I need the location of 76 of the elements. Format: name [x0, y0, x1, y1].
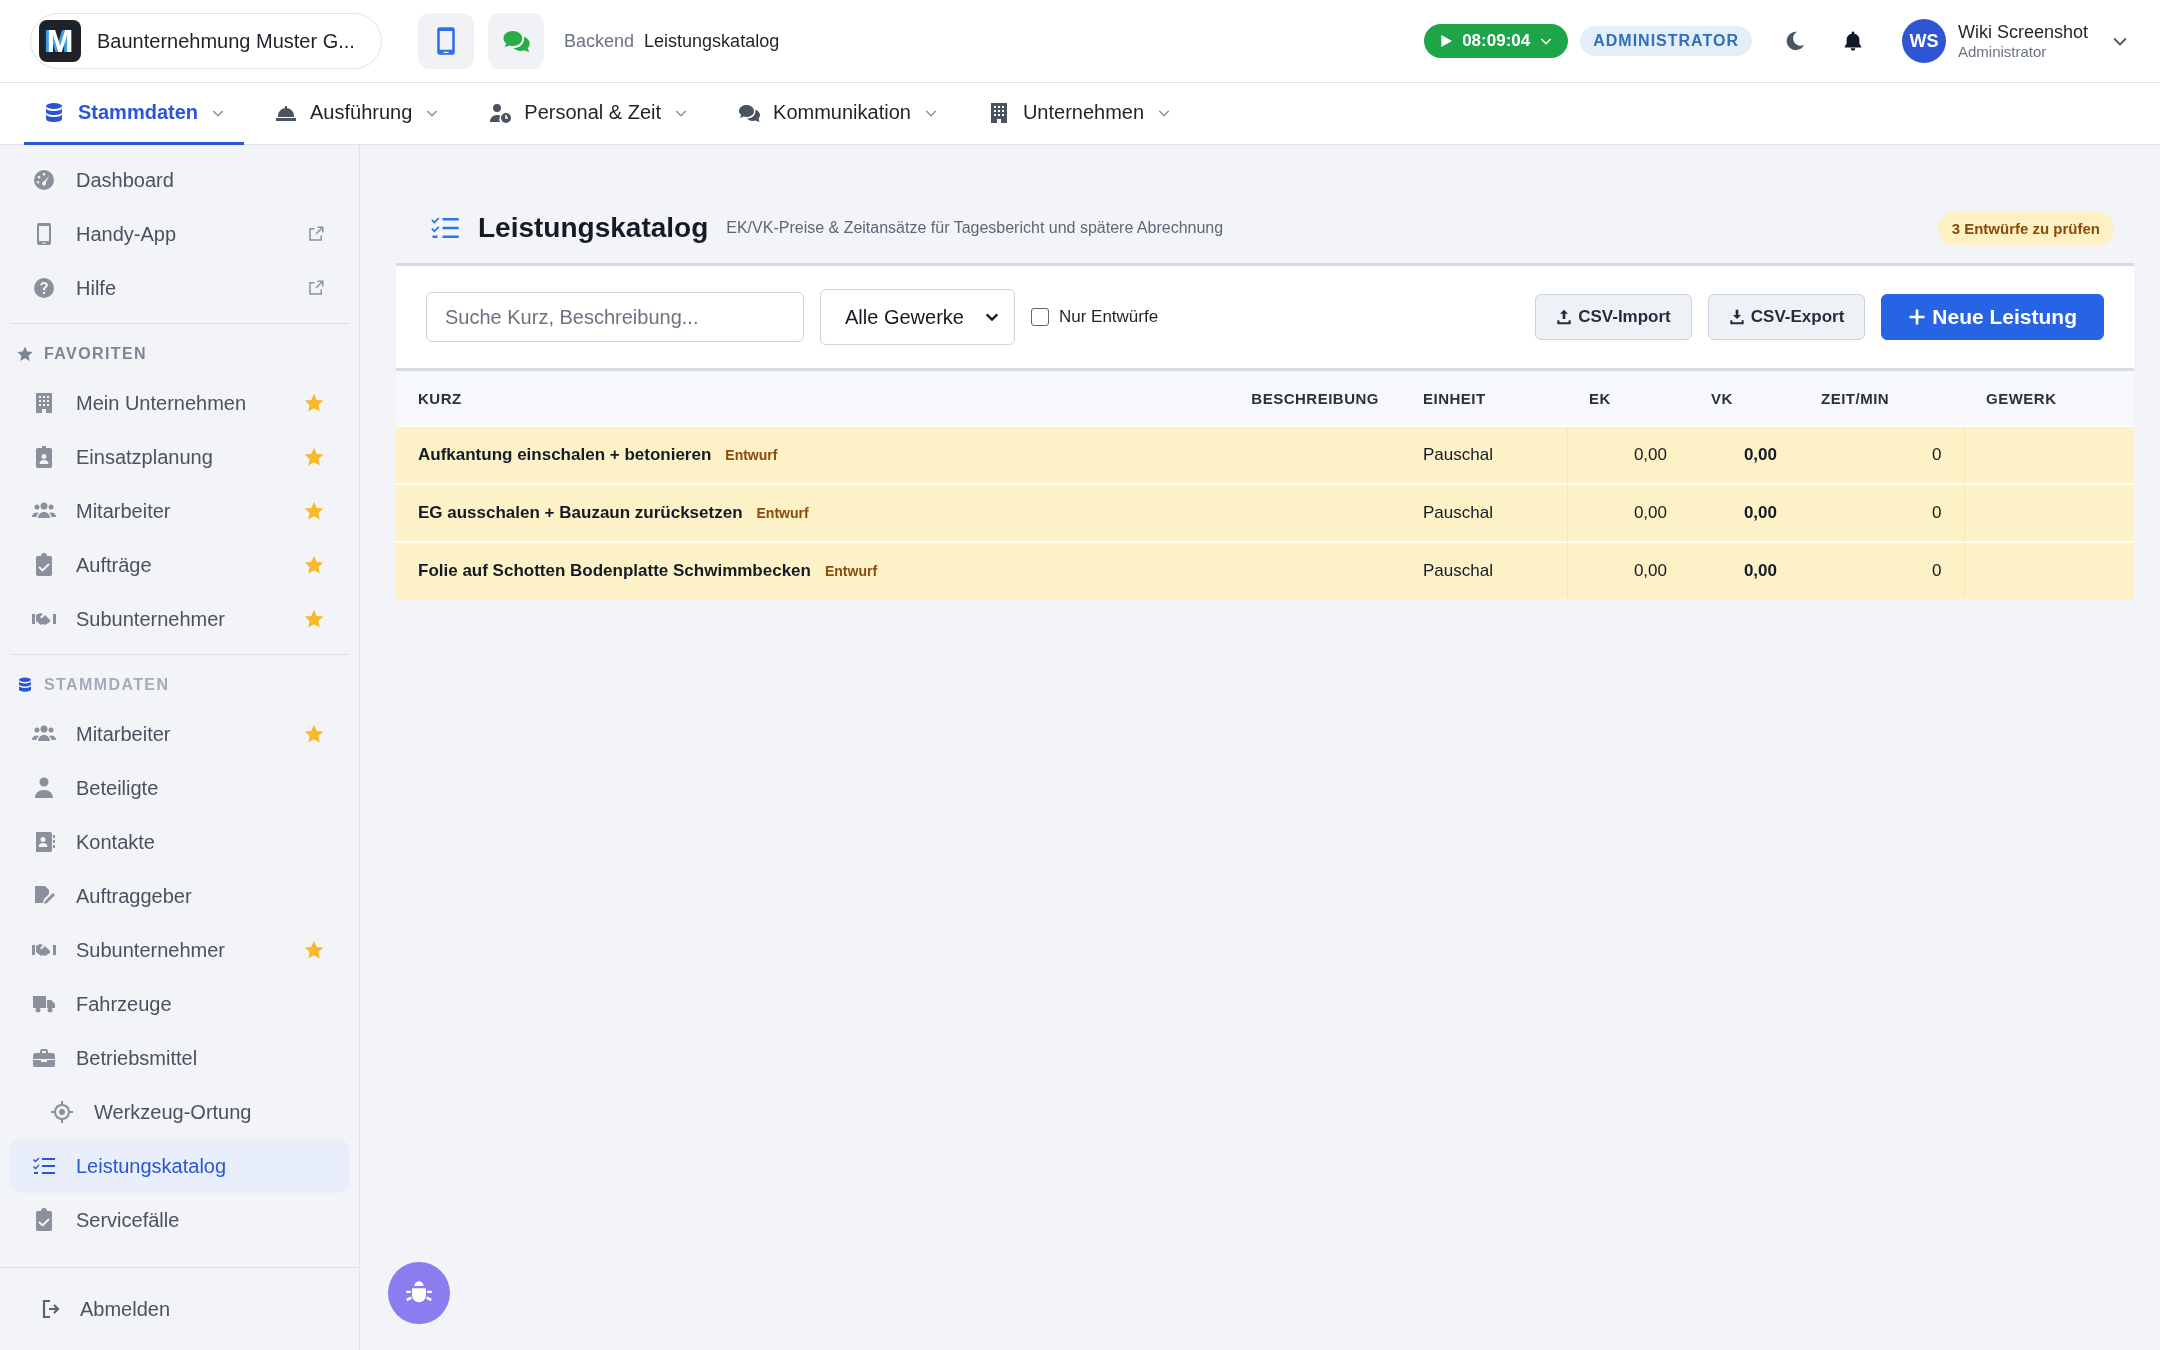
sidebar-item[interactable]: Dashboard — [10, 153, 349, 207]
checkbox-label: Nur Entwürfe — [1058, 307, 1159, 327]
logout-link[interactable]: Abmelden — [40, 1289, 171, 1329]
help-icon — [32, 276, 56, 300]
new-item-button[interactable]: Neue Leistung — [1881, 294, 2104, 340]
sidebar-item[interactable]: Servicefälle — [10, 1193, 349, 1247]
page-subtitle: EK/VK-Preise & Zeitansätze für Tagesbericht und spätere Abrechnung — [726, 219, 1225, 237]
sidebar-item[interactable]: Hilfe — [10, 261, 349, 315]
upload-icon — [1556, 309, 1573, 325]
sidebar-item[interactable]: Beteiligte — [10, 761, 349, 815]
column-header[interactable]: VK — [1689, 369, 1799, 426]
person-icon — [32, 776, 56, 800]
csv-download-button[interactable]: CSV-Export — [1707, 294, 1866, 340]
search-field[interactable]: Suche Kurz, Beschreibung... — [426, 292, 804, 342]
user-avatar: WS — [1901, 19, 1946, 63]
column-header[interactable]: KURZ — [396, 369, 1161, 426]
column-header[interactable]: GEWERK — [1964, 369, 2134, 426]
sidebar-item[interactable]: Auftraggeber — [10, 869, 349, 923]
table-cell: 0 — [1799, 484, 1964, 542]
table-cell: 0,00 — [1689, 426, 1799, 484]
column-header[interactable]: BESCHREIBUNG — [1161, 369, 1401, 426]
table-cell: Aufkantung einschalen + betonieren Entwurf — [396, 426, 1161, 484]
sidebar-item[interactable]: Einsatzplanung — [10, 430, 349, 484]
nav-tab[interactable]: Kommunikation — [719, 83, 957, 145]
table-cell: Pauschal — [1401, 426, 1567, 484]
drafts-badge: 3 Entwürfe zu prüfen — [1937, 211, 2114, 245]
table-cell: 0 — [1799, 542, 1964, 599]
table-cell: EG ausschalen + Bauzaun zurücksetzen Entwurf — [396, 484, 1161, 542]
sidebar-item[interactable]: Mitarbeiter — [10, 707, 349, 761]
download-icon — [1728, 309, 1745, 325]
company-logo: M — [39, 20, 81, 62]
phone-button[interactable] — [418, 13, 474, 69]
nav-tab[interactable]: Unternehmen — [968, 83, 1191, 145]
database-icon — [16, 676, 34, 694]
nav-tab[interactable]: Ausführung — [256, 83, 459, 145]
table-cell: 0,00 — [1567, 426, 1689, 484]
trade-dropdown[interactable]: Alle Gewerke — [820, 289, 1015, 345]
chat-button[interactable] — [488, 13, 544, 69]
sidebar-item[interactable]: Kontakte — [10, 815, 349, 869]
table-cell: 0,00 — [1567, 484, 1689, 542]
role-badge: ADMINISTRATOR — [1580, 26, 1752, 56]
table-cell: 0,00 — [1689, 542, 1799, 599]
sidebar-item[interactable]: Subunternehmer — [10, 592, 349, 646]
column-header[interactable]: EK — [1567, 369, 1689, 426]
sidebar-item[interactable]: Mein Unternehmen — [10, 376, 349, 430]
breadcrumb-item: Leistungskatalog — [644, 30, 780, 52]
sidebar-item[interactable]: Werkzeug-Ortung — [10, 1085, 349, 1139]
star-icon — [16, 345, 34, 363]
sidebar-item[interactable]: Leistungskatalog — [10, 1139, 349, 1193]
nav-tab[interactable]: Personal & Zeit — [470, 83, 708, 145]
sidebar-item[interactable]: Fahrzeuge — [10, 977, 349, 1031]
csv-upload-button[interactable]: CSV-Import — [1535, 294, 1692, 340]
user-menu[interactable]: WS Wiki Screenshot Administrator — [1901, 19, 2130, 63]
company-switcher[interactable]: M Baunternehmung Muster G... — [30, 13, 382, 69]
toolbox-icon — [32, 1046, 56, 1070]
column-header[interactable]: EINHEIT — [1401, 369, 1567, 426]
table-cell: Pauschal — [1401, 484, 1567, 542]
table-cell: Pauschal — [1401, 542, 1567, 599]
breadcrumb-item[interactable]: Backend — [564, 30, 635, 52]
sidebar-item[interactable]: Aufträge — [10, 538, 349, 592]
table-cell: 0,00 — [1689, 484, 1799, 542]
sidebar-item[interactable]: Handy-App — [10, 207, 349, 261]
column-header[interactable]: ZEIT/MIN — [1799, 369, 1964, 426]
sidebar-item[interactable]: Betriebsmittel — [10, 1031, 349, 1085]
table-cell: 0,00 — [1567, 542, 1689, 599]
table-cell: 0 — [1799, 426, 1964, 484]
sidebar-item[interactable]: Mitarbeiter — [10, 484, 349, 538]
sidebar-item[interactable]: Subunternehmer — [10, 923, 349, 977]
section-heading: FAVORITEN — [44, 345, 147, 363]
section-heading: STAMMDATEN — [44, 676, 170, 694]
plus-icon — [1908, 308, 1927, 326]
gauge-icon — [32, 168, 56, 192]
checkbox[interactable] — [1030, 308, 1049, 326]
table-cell: Folie auf Schotten Bodenplatte Schwimmbecken Entwurf — [396, 542, 1161, 599]
page-title: Leistungskatalog — [478, 212, 709, 244]
crosshair-icon — [50, 1100, 74, 1124]
